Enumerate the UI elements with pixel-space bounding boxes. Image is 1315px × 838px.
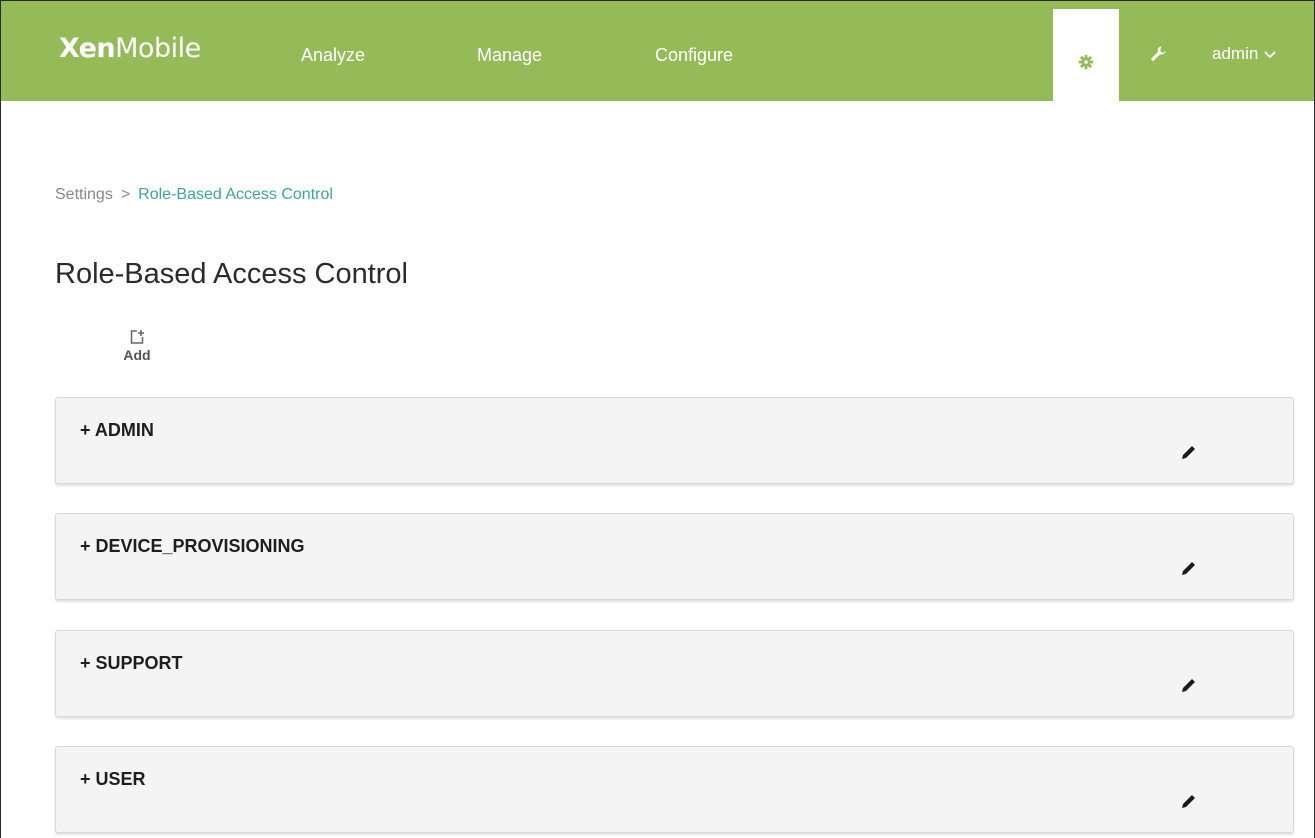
- role-row-device-provisioning: + DEVICE_PROVISIONING: [55, 513, 1294, 600]
- role-row-admin: + ADMIN: [55, 397, 1294, 484]
- pencil-icon[interactable]: [1180, 444, 1197, 461]
- nav-configure[interactable]: Configure: [655, 45, 733, 66]
- pencil-icon[interactable]: [1180, 677, 1197, 694]
- breadcrumb-current[interactable]: Role-Based Access Control: [138, 186, 333, 203]
- add-button[interactable]: Add: [115, 329, 159, 377]
- nav-analyze[interactable]: Analyze: [301, 45, 365, 66]
- role-row-support: + SUPPORT: [55, 630, 1294, 717]
- chevron-down-icon: [1264, 50, 1276, 58]
- wrench-icon[interactable]: [1150, 45, 1168, 63]
- xenmobile-logo[interactable]: XenMobile: [59, 33, 201, 64]
- role-expand-admin[interactable]: + ADMIN: [80, 420, 154, 441]
- user-menu[interactable]: admin: [1212, 44, 1276, 64]
- breadcrumb: Settings > Role-Based Access Control: [55, 186, 333, 204]
- add-label: Add: [123, 347, 151, 363]
- nav-manage[interactable]: Manage: [477, 45, 542, 66]
- settings-tab[interactable]: [1053, 9, 1119, 101]
- breadcrumb-settings[interactable]: Settings: [55, 186, 113, 203]
- role-expand-device-provisioning[interactable]: + DEVICE_PROVISIONING: [80, 536, 305, 557]
- add-document-icon: [130, 330, 144, 344]
- role-expand-user[interactable]: + USER: [80, 769, 146, 790]
- role-expand-support[interactable]: + SUPPORT: [80, 653, 183, 674]
- role-row-user: + USER: [55, 746, 1294, 833]
- pencil-icon[interactable]: [1180, 793, 1197, 810]
- gear-icon: [1078, 54, 1094, 70]
- breadcrumb-separator: >: [120, 186, 131, 203]
- page-title: Role-Based Access Control: [55, 258, 408, 290]
- user-menu-label: admin: [1212, 44, 1259, 63]
- pencil-icon[interactable]: [1180, 560, 1197, 577]
